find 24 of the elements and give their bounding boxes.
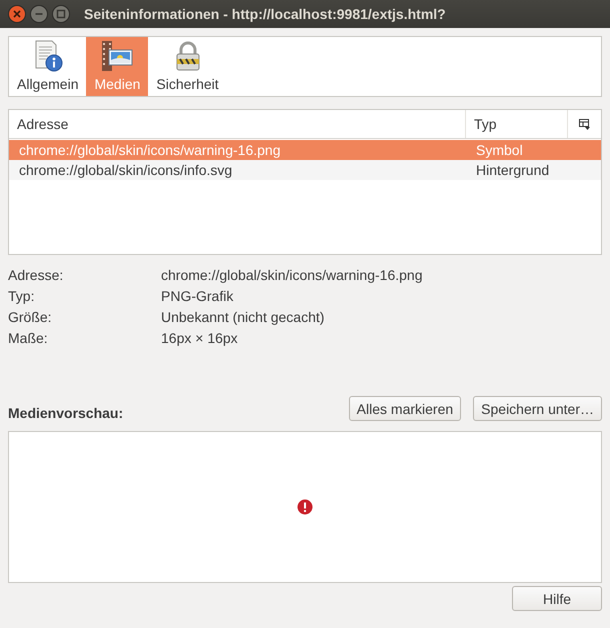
table-row[interactable]: chrome://global/skin/icons/info.svg Hintergrund	[9, 160, 601, 180]
tab[interactable]: Allgemein	[9, 37, 86, 96]
detail-label: Adresse:	[8, 267, 64, 283]
detail-value: Unbekannt (nicht gecacht)	[161, 309, 326, 325]
preview-button[interactable]: Alles markieren	[348, 396, 462, 421]
close-icon[interactable]	[8, 5, 26, 23]
column-header[interactable]: Adresse	[9, 110, 466, 138]
help-button[interactable]: Hilfe	[512, 586, 602, 611]
window-title: Seiteninformationen - http://localhost:9981/extjs.html?	[84, 6, 446, 22]
detail-value: 16px × 16px	[161, 330, 239, 346]
detail-value: chrome://global/skin/icons/warning-16.png	[161, 267, 424, 283]
column-picker-icon[interactable]	[579, 118, 590, 130]
film-picture-icon	[101, 40, 134, 72]
minimize-icon[interactable]	[30, 5, 48, 23]
maximize-icon[interactable]	[52, 5, 70, 23]
column-header[interactable]: Typ	[466, 110, 568, 138]
error-icon	[297, 499, 313, 515]
preview-label: Medienvorschau:	[8, 405, 124, 421]
detail-label: Maße:	[8, 330, 49, 346]
detail-value: PNG-Grafik	[161, 288, 234, 304]
tab[interactable]: Sicherheit	[148, 37, 227, 96]
detail-label: Größe:	[8, 309, 53, 325]
preview-button[interactable]: Speichern unter…	[473, 396, 602, 421]
detail-label: Typ:	[8, 288, 36, 304]
